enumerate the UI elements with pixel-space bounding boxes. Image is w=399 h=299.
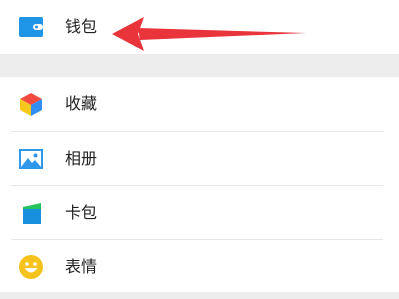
smiley-emoji-icon (19, 255, 43, 279)
menu-item-favorites-label: 收藏 (65, 94, 98, 113)
menu-item-card-wallet-label: 卡包 (65, 203, 98, 222)
menu-item-wallet[interactable]: 钱包 (0, 0, 399, 54)
wallet-section: 钱包 (0, 0, 399, 54)
menu-item-emoji-label: 表情 (65, 257, 98, 276)
card-wallet-icon (23, 203, 41, 224)
album-image-icon (19, 149, 43, 169)
menu-section: 收藏 相册 卡包 表情 (0, 77, 399, 292)
menu-item-wallet-label: 钱包 (65, 17, 98, 36)
wallet-icon (19, 17, 43, 37)
favorites-cube-icon (20, 93, 42, 116)
menu-item-album-label: 相册 (65, 149, 98, 168)
menu-item-emoji[interactable]: 表情 (0, 240, 399, 294)
menu-item-album[interactable]: 相册 (0, 132, 399, 186)
menu-item-favorites[interactable]: 收藏 (0, 77, 399, 131)
menu-item-card-wallet[interactable]: 卡包 (0, 186, 399, 240)
